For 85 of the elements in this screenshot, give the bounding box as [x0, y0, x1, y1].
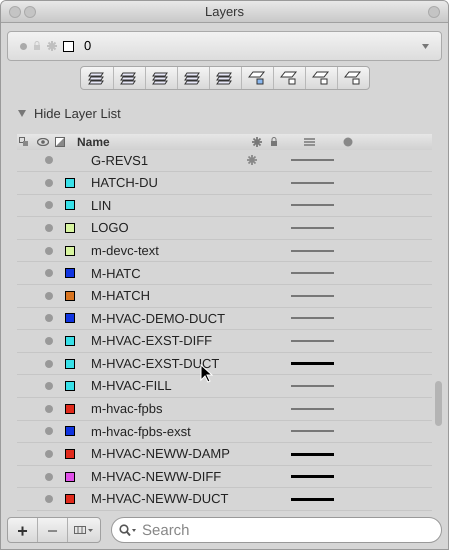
layer-state-icon — [19, 136, 29, 146]
layer-name: M-HVAC-DEMO-DUCT — [91, 310, 226, 328]
close-button[interactable] — [9, 6, 21, 18]
layer-row[interactable]: m-devc-text — [17, 240, 432, 262]
minimize-button[interactable] — [24, 6, 36, 18]
search-icon — [119, 524, 137, 536]
layer-sheet-icon — [280, 70, 298, 86]
layer-stack-icon — [184, 70, 202, 86]
layer-row[interactable]: m-hvac-fpbs-exst — [17, 420, 432, 444]
layer-sheet-icon — [344, 70, 362, 86]
layer-row[interactable]: M-HVAC-DEMO-DUCT — [17, 308, 432, 330]
layer-row[interactable]: LOGO — [17, 217, 432, 240]
layer-color-swatch[interactable] — [65, 494, 75, 504]
freeze-icon — [252, 136, 262, 146]
layer-sheet-icon — [248, 70, 266, 86]
layer-color-swatch[interactable] — [65, 404, 75, 414]
layer-color-swatch[interactable] — [65, 200, 75, 210]
dropdown-caret-icon — [422, 44, 429, 48]
layer-row[interactable]: m-hvac-fpbs — [17, 398, 432, 421]
layer-name: M-HVAC-NEWW-DAMP — [91, 445, 231, 464]
lineweight-line[interactable] — [291, 452, 334, 456]
column-header[interactable]: Name — [77, 132, 252, 150]
lock-icon — [270, 136, 278, 146]
layer-name: M-HATCH — [91, 287, 151, 306]
freeze-icon[interactable] — [247, 155, 257, 166]
layer-name: m-devc-text — [91, 242, 160, 260]
freeze-icon — [47, 41, 57, 51]
layer-row[interactable]: M-HVAC-NEWW-DAMP — [17, 443, 432, 466]
layer-name: G-REVS1 — [91, 152, 150, 170]
printer-icon — [343, 136, 353, 146]
lineweight-icon — [304, 138, 315, 146]
layer-name: LIN — [91, 196, 112, 215]
eye-icon — [37, 138, 49, 146]
window-title: Layers — [204, 2, 244, 21]
layer-name: LOGO — [91, 219, 130, 238]
layer-name: M-HVAC-EXST-DIFF — [91, 332, 214, 350]
layer-name: m-hvac-fpbs-exst — [91, 422, 192, 441]
lineweight-line[interactable] — [291, 362, 334, 366]
layer-stack-icon — [216, 70, 234, 86]
layer-stack-icon — [120, 70, 138, 86]
color-column-icon — [55, 136, 65, 146]
layer-row[interactable]: M-HATCH — [17, 285, 432, 308]
lock-icon — [33, 41, 41, 51]
layer-color-swatch[interactable] — [65, 336, 75, 346]
layer-name: M-HVAC-NEWW-DIFF — [91, 468, 222, 486]
lineweight-line[interactable] — [291, 498, 334, 501]
layer-row[interactable]: M-HATC — [17, 262, 432, 286]
columns-icon — [74, 525, 94, 535]
scrollbar-thumb[interactable] — [435, 381, 442, 426]
layer-name: m-hvac-fpbs — [91, 400, 164, 418]
layer-color-swatch[interactable] — [65, 449, 75, 460]
layer-row[interactable]: M-HVAC-FILL — [17, 375, 432, 398]
layer-stack-icon — [152, 70, 170, 86]
layer-name: M-HVAC-FILL — [91, 377, 173, 396]
search-field[interactable]: Search — [111, 517, 442, 543]
layer-name: M-HVAC-NEWW-DUCT — [91, 490, 230, 508]
layer-row[interactable]: M-HVAC-NEWW-DIFF — [17, 466, 432, 488]
lineweight-line[interactable] — [291, 475, 334, 478]
layer-name: M-HVAC-EXST-DUCT — [91, 354, 220, 373]
layer-color-swatch[interactable] — [65, 381, 75, 392]
section-label[interactable]: Hide Layer List — [34, 104, 121, 124]
layer-color-swatch[interactable] — [65, 426, 75, 436]
layer-color-swatch[interactable] — [65, 223, 75, 234]
layer-row[interactable]: HATCH-DU — [17, 172, 432, 195]
layer-row[interactable]: M-HVAC-EXST-DIFF — [17, 330, 432, 353]
layer-stack-icon — [88, 70, 106, 86]
zoom-button[interactable] — [428, 6, 440, 18]
disclosure-triangle-icon[interactable] — [18, 110, 26, 118]
layer-color-swatch[interactable] — [65, 472, 75, 482]
layer-color-swatch[interactable] — [65, 246, 75, 256]
layer-row[interactable]: M-HVAC-EXST-DUCT — [17, 352, 432, 376]
layer-color-swatch[interactable] — [65, 268, 75, 278]
layer-color-swatch[interactable] — [65, 358, 75, 369]
current-layer-dropdown[interactable]: 0 — [7, 31, 442, 61]
layer-color-swatch[interactable] — [65, 178, 75, 188]
current-layer-name: 0 — [84, 37, 92, 56]
layer-name: M-HATC — [91, 264, 142, 283]
layer-row[interactable]: G-REVS1 — [17, 150, 432, 172]
layer-sheet-icon — [312, 70, 330, 86]
layer-name: HATCH-DU — [91, 174, 159, 192]
layer-row[interactable]: LIN — [17, 194, 432, 218]
layer-row[interactable]: M-HVAC-NEWW-DUCT — [17, 488, 432, 511]
layer-color-swatch[interactable] — [65, 290, 75, 301]
layer-color-swatch[interactable] — [65, 313, 75, 324]
add-button[interactable]: + — [8, 518, 38, 542]
